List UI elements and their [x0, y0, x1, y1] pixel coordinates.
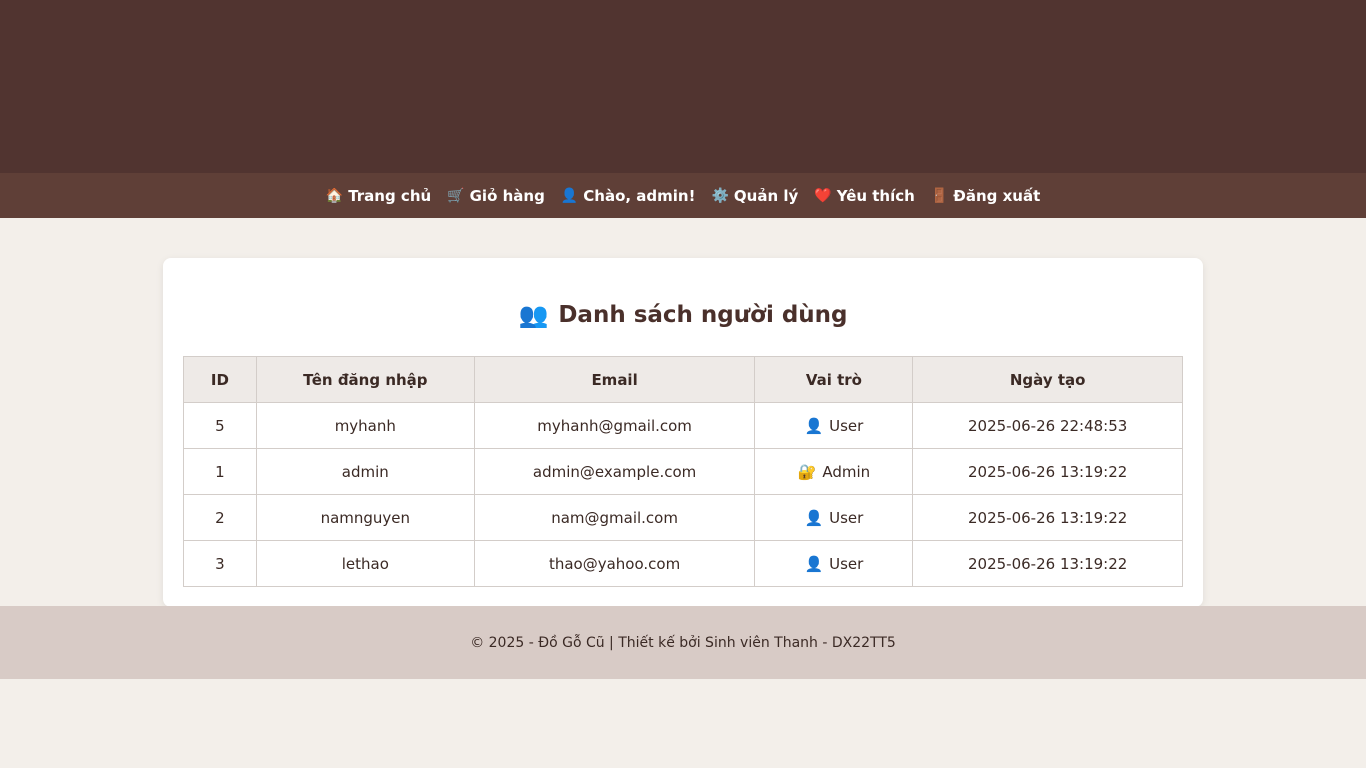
table-row: 1 admin admin@example.com 🔐 Admin 2025-0… [183, 448, 1183, 495]
heart-icon: ❤️ [814, 187, 832, 204]
navbar: 🏠 Trang chủ 🛒 Giỏ hàng 👤 Chào, admin! ⚙️… [0, 173, 1366, 218]
user-list-card: 👥 Danh sách người dùng ID Tên đăng nhập … [163, 258, 1203, 607]
table-row: 5 myhanh myhanh@gmail.com 👤 User 2025-06… [183, 402, 1183, 449]
cell-role: 👤 User [754, 402, 914, 449]
cell-created: 2025-06-26 13:19:22 [912, 540, 1183, 587]
role-label: User [829, 554, 864, 573]
users-icon: 👥 [518, 301, 549, 329]
cell-username: admin [255, 448, 475, 495]
nav-home-label: Trang chủ [348, 186, 432, 205]
header-role: Vai trò [754, 356, 914, 403]
user-role-icon: 👤 [804, 554, 824, 573]
table-row: 3 lethao thao@yahoo.com 👤 User 2025-06-2… [183, 540, 1183, 587]
header-id: ID [183, 356, 257, 403]
cell-id: 5 [183, 402, 257, 449]
nav-favorites-link[interactable]: ❤️ Yêu thích [814, 187, 915, 205]
user-icon: 👤 [560, 187, 579, 204]
cell-role: 👤 User [754, 540, 914, 587]
nav-cart-label: Giỏ hàng [469, 186, 545, 205]
cell-username: myhanh [255, 402, 475, 449]
nav-logout-label: Đăng xuất [953, 186, 1041, 205]
nav-home-link[interactable]: 🏠 Trang chủ [326, 187, 431, 205]
page-title: 👥 Danh sách người dùng [183, 296, 1183, 334]
cell-id: 3 [183, 540, 257, 587]
door-icon: 🚪 [930, 187, 949, 204]
nav-logout-link[interactable]: 🚪 Đăng xuất [931, 187, 1040, 205]
cell-id: 1 [183, 448, 257, 495]
top-banner [0, 0, 1366, 173]
cell-created: 2025-06-26 22:48:53 [912, 402, 1183, 449]
cell-created: 2025-06-26 13:19:22 [912, 448, 1183, 495]
footer: © 2025 - Đồ Gỗ Cũ | Thiết kế bởi Sinh vi… [0, 606, 1366, 679]
footer-text: © 2025 - Đồ Gỗ Cũ | Thiết kế bởi Sinh vi… [470, 634, 896, 651]
cell-email: thao@yahoo.com [473, 540, 756, 587]
cell-email: nam@gmail.com [473, 494, 756, 541]
cell-username: lethao [255, 540, 475, 587]
main-content: 👥 Danh sách người dùng ID Tên đăng nhập … [0, 218, 1366, 607]
table-header-row: ID Tên đăng nhập Email Vai trò Ngày tạo [183, 356, 1183, 403]
role-label: User [829, 416, 864, 435]
header-username: Tên đăng nhập [255, 356, 475, 403]
table-row: 2 namnguyen nam@gmail.com 👤 User 2025-06… [183, 494, 1183, 541]
page-title-text: Danh sách người dùng [558, 302, 848, 328]
nav-manage-label: Quản lý [733, 186, 799, 205]
cell-email: myhanh@gmail.com [473, 402, 756, 449]
cell-username: namnguyen [255, 494, 475, 541]
cell-role: 👤 User [754, 494, 914, 541]
user-role-icon: 👤 [804, 416, 824, 435]
nav-favorites-label: Yêu thích [836, 186, 915, 205]
users-table: ID Tên đăng nhập Email Vai trò Ngày tạo … [183, 356, 1183, 587]
home-icon: 🏠 [325, 187, 344, 204]
role-label: User [829, 508, 864, 527]
admin-lock-icon: 🔐 [797, 462, 817, 481]
nav-cart-link[interactable]: 🛒 Giỏ hàng [447, 187, 545, 205]
role-label: Admin [822, 462, 871, 481]
nav-manage-link[interactable]: ⚙️ Quản lý [711, 187, 798, 205]
nav-greeting-label: Chào, admin! [583, 186, 696, 205]
header-email: Email [473, 356, 756, 403]
nav-user-greeting[interactable]: 👤 Chào, admin! [561, 187, 696, 205]
cell-id: 2 [183, 494, 257, 541]
cart-icon: 🛒 [447, 187, 465, 204]
user-role-icon: 👤 [804, 508, 824, 527]
cell-created: 2025-06-26 13:19:22 [912, 494, 1183, 541]
cell-role: 🔐 Admin [754, 448, 914, 495]
header-created: Ngày tạo [912, 356, 1183, 403]
cell-email: admin@example.com [473, 448, 756, 495]
gear-icon: ⚙️ [711, 187, 729, 204]
